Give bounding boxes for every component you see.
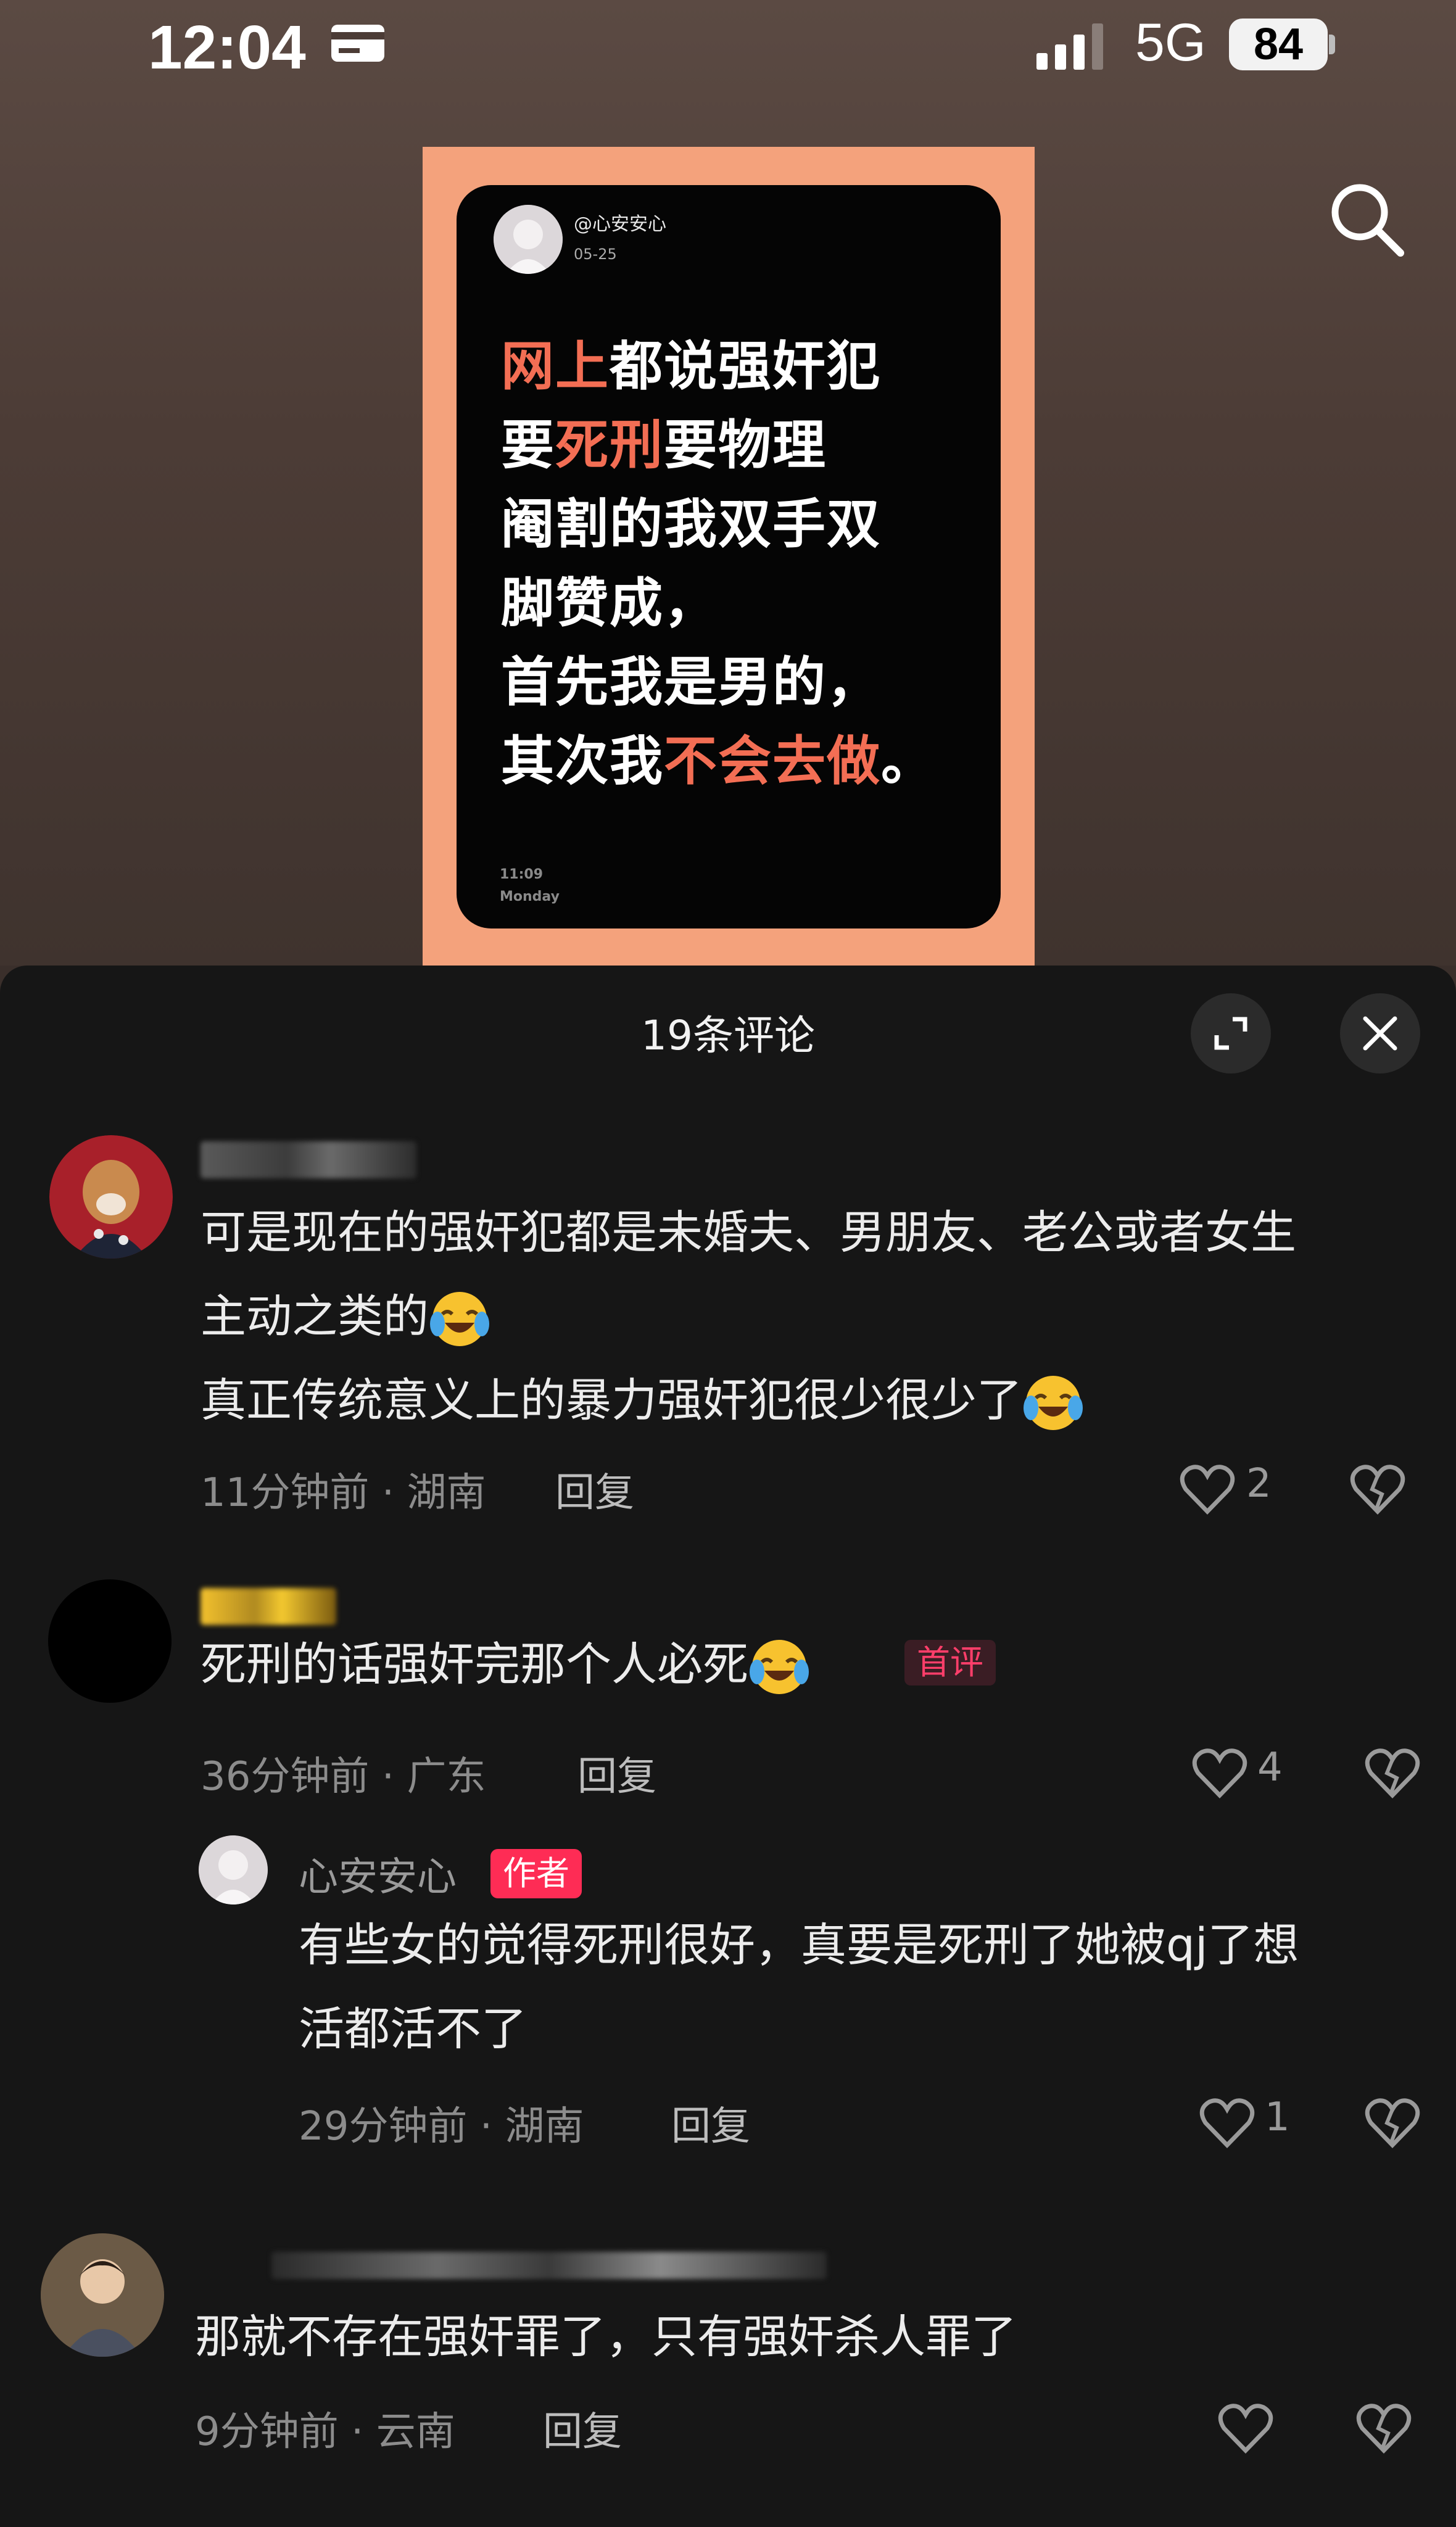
tears-of-joy-emoji xyxy=(1024,1376,1083,1431)
poster-line: 首先我是男的， xyxy=(501,651,881,713)
avatar[interactable] xyxy=(49,1135,173,1259)
like-count: 1 xyxy=(1265,2095,1290,2140)
reply-item: 心安安心 作者 有些女的觉得死刑很好，真要是死刑了她被qj了想 活都活不了 29… xyxy=(0,1835,1456,2162)
poster-text: 网上都说强奸犯 要死刑要物理 阉割的我双手双 脚赞成， 首先我是男的， 其次我不… xyxy=(501,327,982,801)
broken-heart-icon[interactable] xyxy=(1365,2096,1420,2149)
status-time: 12:04 xyxy=(148,13,306,82)
author-badge: 作者 xyxy=(490,1849,582,1898)
status-bar: 12:04 5G 84 xyxy=(0,0,1456,93)
reply-button[interactable]: 回复 xyxy=(577,1745,656,1801)
poster-highlight: 不会去做 xyxy=(664,730,881,792)
comment-line: 真正传统意义上的暴力强奸犯很少很少了 xyxy=(201,1374,1022,1427)
broken-heart-icon[interactable] xyxy=(1365,1746,1420,1799)
reply-button[interactable]: 回复 xyxy=(543,2400,622,2457)
expand-button[interactable] xyxy=(1191,993,1271,1073)
poster-line: 阉割的我双手双 xyxy=(501,494,881,555)
poster-username: @心安安心 xyxy=(574,213,666,235)
poster-card: @心安安心 05-25 网上都说强奸犯 要死刑要物理 阉割的我双手双 脚赞成， … xyxy=(457,185,1001,928)
heart-icon[interactable] xyxy=(1180,1462,1235,1515)
tears-of-joy-emoji xyxy=(430,1292,489,1347)
comment-text: 那就不存在强奸罪了，只有强奸杀人罪了 xyxy=(195,2310,1017,2364)
comment-line: 可是现在的强奸犯都是未婚夫、男朋友、老公或者女生 xyxy=(201,1206,1296,1259)
battery-level: 84 xyxy=(1229,19,1328,70)
like-count: 4 xyxy=(1257,1745,1283,1790)
poster-line: 要 xyxy=(501,415,555,476)
tears-of-joy-emoji xyxy=(750,1640,809,1695)
broken-heart-icon[interactable] xyxy=(1350,1462,1405,1515)
poster-footer: 11:09 Monday xyxy=(500,864,560,908)
comment-item: 可是现在的强奸犯都是未婚夫、男朋友、老公或者女生 主动之类的 真正传统意义上的暴… xyxy=(0,1135,1456,1530)
video-poster[interactable]: @心安安心 05-25 网上都说强奸犯 要死刑要物理 阉割的我双手双 脚赞成， … xyxy=(423,147,1035,966)
comment-line: 有些女的觉得死刑很好，真要是死刑了她被qj了想 xyxy=(299,1919,1299,1972)
poster-footer-day: Monday xyxy=(500,889,560,904)
first-comment-badge: 首评 xyxy=(904,1640,996,1685)
poster-footer-time: 11:09 xyxy=(500,867,544,882)
poster-line: 都说强奸犯 xyxy=(610,336,881,397)
broken-heart-icon[interactable] xyxy=(1356,2401,1412,2454)
close-button[interactable] xyxy=(1340,993,1420,1073)
close-icon xyxy=(1363,1016,1397,1051)
comment-item: 死刑的话强奸完那个人必死 首评 36分钟前 · 广东 回复 4 xyxy=(0,1579,1456,1814)
signal-icon xyxy=(1036,23,1103,70)
reply-button[interactable]: 回复 xyxy=(671,2095,750,2151)
username-blurred[interactable] xyxy=(201,1588,336,1625)
comment-line: 主动之类的 xyxy=(201,1290,429,1343)
avatar[interactable] xyxy=(48,1579,172,1703)
poster-highlight: 死刑 xyxy=(555,415,664,476)
poster-avatar xyxy=(494,205,563,274)
like-count: 2 xyxy=(1246,1461,1272,1507)
network-type: 5G xyxy=(1135,13,1206,72)
comment-text: 死刑的话强奸完那个人必死 xyxy=(201,1623,1428,1706)
reply-button[interactable]: 回复 xyxy=(555,1461,634,1518)
author-avatar[interactable] xyxy=(199,1835,268,1905)
username-blurred[interactable] xyxy=(201,1141,416,1178)
poster-line: 要物理 xyxy=(664,415,827,476)
author-name[interactable]: 心安安心 xyxy=(299,1845,457,1902)
poster-line: 脚赞成， xyxy=(501,573,718,634)
comment-text: 有些女的觉得死刑很好，真要是死刑了她被qj了想 活都活不了 xyxy=(299,1903,1434,2071)
search-icon[interactable] xyxy=(1326,179,1407,259)
comment-line: 死刑的话强奸完那个人必死 xyxy=(201,1638,748,1691)
comment-meta: 9分钟前 · 云南 xyxy=(195,2409,455,2455)
expand-icon xyxy=(1214,1017,1247,1050)
comment-meta: 36分钟前 · 广东 xyxy=(201,1754,486,1800)
comment-text: 可是现在的强奸犯都是未婚夫、男朋友、老公或者女生 主动之类的 真正传统意义上的暴… xyxy=(201,1191,1428,1442)
poster-line: 。 xyxy=(881,730,935,792)
heart-icon[interactable] xyxy=(1192,1746,1247,1799)
card-icon xyxy=(331,25,384,62)
heart-icon[interactable] xyxy=(1218,2401,1273,2454)
battery-tip xyxy=(1329,35,1335,54)
poster-highlight: 网上 xyxy=(501,336,610,397)
comment-line: 活都活不了 xyxy=(299,2003,527,2056)
comment-meta: 11分钟前 · 湖南 xyxy=(201,1470,486,1516)
poster-line: 其次我 xyxy=(501,730,664,792)
username-blurred[interactable] xyxy=(271,2252,827,2279)
comment-meta: 29分钟前 · 湖南 xyxy=(299,2104,584,2149)
comment-item: 那就不存在强奸罪了，只有强奸杀人罪了 9分钟前 · 云南 回复 xyxy=(0,2233,1456,2492)
poster-date: 05-25 xyxy=(574,246,617,263)
heart-icon[interactable] xyxy=(1199,2096,1255,2149)
avatar[interactable] xyxy=(41,2233,164,2357)
